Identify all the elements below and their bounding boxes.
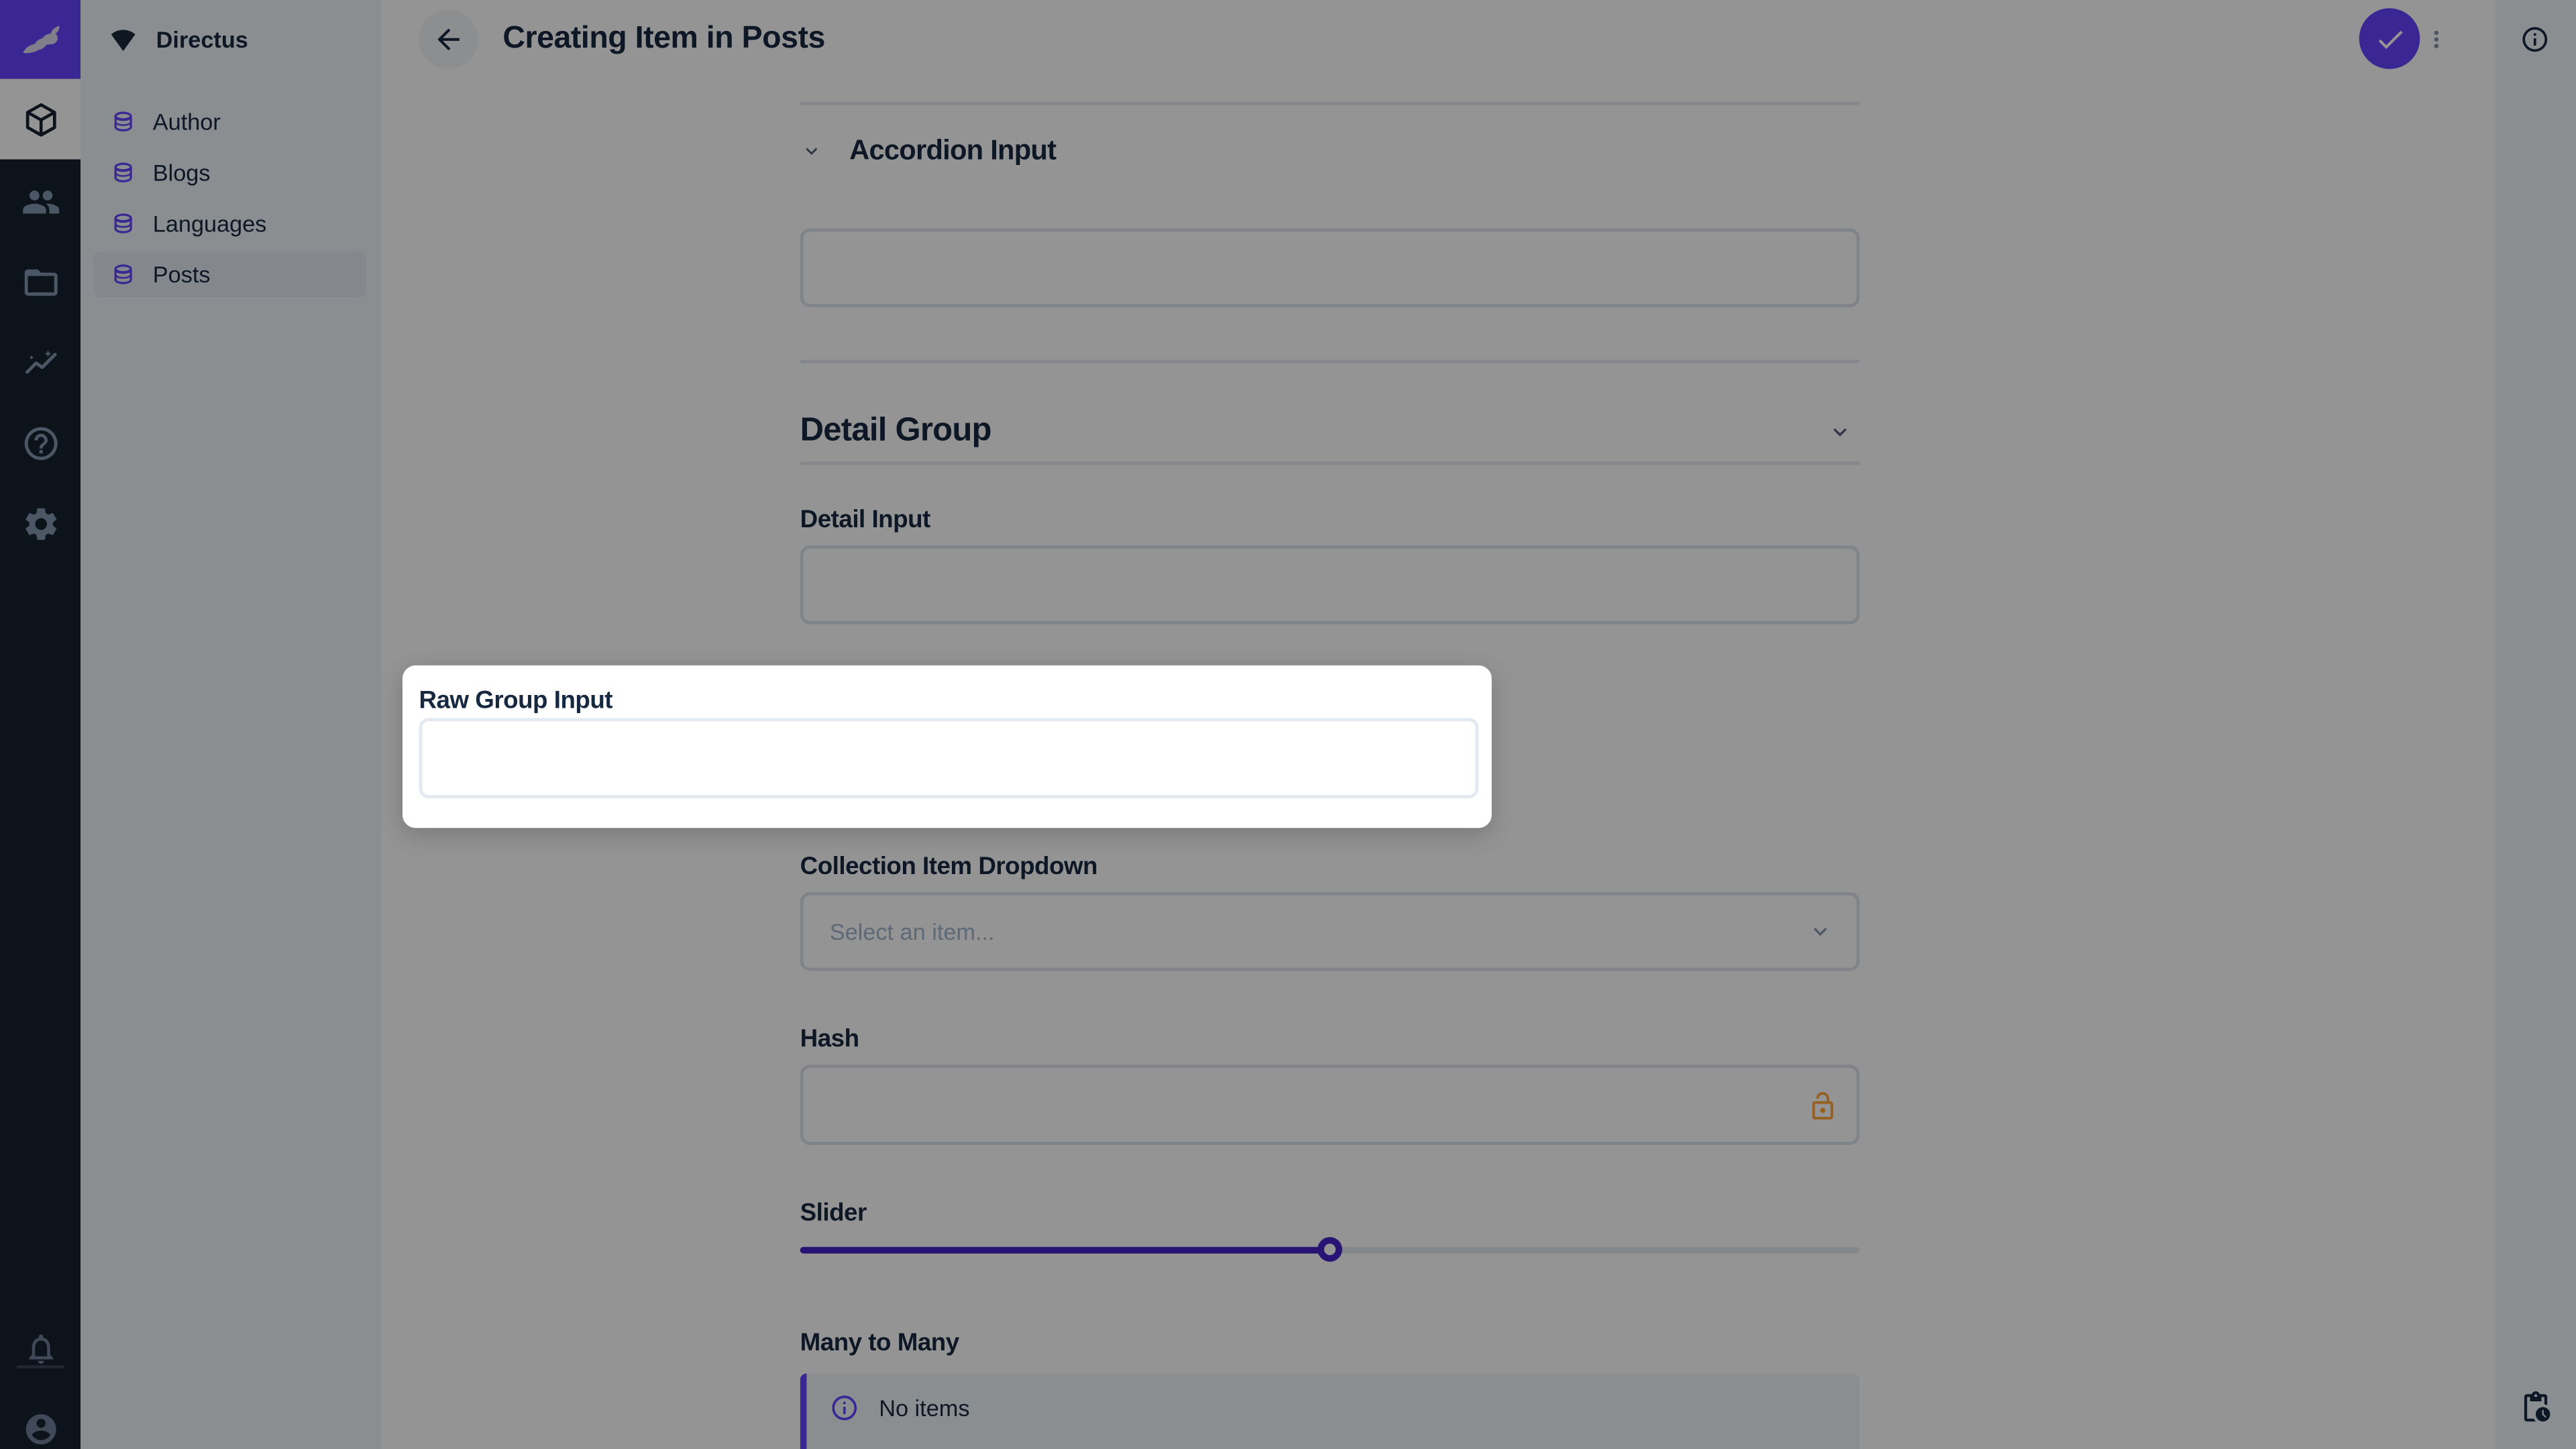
- raw-group-input-field[interactable]: [419, 718, 1479, 798]
- raw-group-input-label: Raw Group Input: [419, 687, 612, 715]
- directus-app: Directus Author Blogs Languages Posts: [0, 0, 2576, 1449]
- raw-group-text-input[interactable]: [422, 721, 1475, 795]
- raw-group-input-spotlight: Raw Group Input: [402, 665, 1492, 828]
